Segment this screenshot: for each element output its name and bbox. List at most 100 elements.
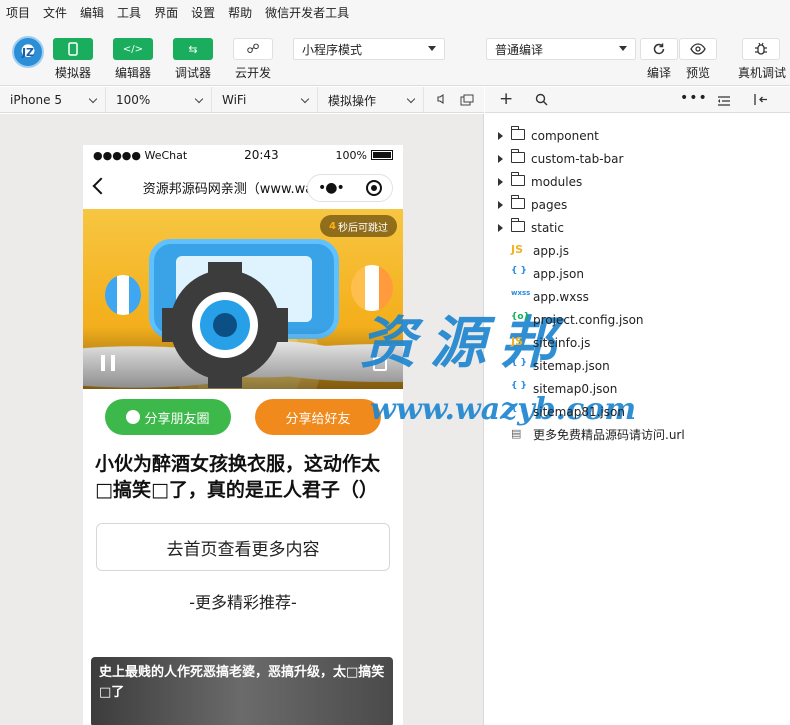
simulator-toggle-button[interactable] <box>53 38 93 60</box>
network-select[interactable]: WiFi <box>212 87 318 113</box>
phone-status-bar: ●●●●● WeChat 20:43 100% <box>83 145 403 165</box>
folder-name: static <box>531 220 564 235</box>
explorer-toolbar: + ••• <box>485 87 790 113</box>
chevron-down-icon <box>88 94 98 104</box>
folder-row[interactable]: component <box>485 124 790 147</box>
share-friend-label: 分享给好友 <box>285 411 351 427</box>
menu-help[interactable]: 帮助 <box>228 4 252 21</box>
chevron-down-icon <box>300 94 310 104</box>
expand-arrow-icon[interactable] <box>498 155 503 163</box>
json-icon: { } <box>511 381 527 391</box>
go-home-button[interactable]: 去首页查看更多内容 <box>96 523 390 571</box>
file-row[interactable]: { } sitemap.json <box>485 354 790 377</box>
folder-name: custom-tab-bar <box>531 151 624 166</box>
split-panel-icon[interactable] <box>753 93 769 109</box>
status-battery: 100% <box>336 149 393 162</box>
debug-arrows-icon: ⇆ <box>188 42 198 56</box>
cloud-dev-button[interactable]: ☍ <box>233 38 273 60</box>
js-icon: JS <box>511 243 524 256</box>
folder-row[interactable]: pages <box>485 193 790 216</box>
collapse-all-icon[interactable] <box>717 94 731 109</box>
file-row[interactable]: { } app.json <box>485 262 790 285</box>
nav-title: 资源邦源码网亲测（www.wa <box>142 181 314 197</box>
mode-select[interactable]: 小程序模式 <box>293 38 445 60</box>
caret-down-icon <box>428 46 436 51</box>
menu-settings[interactable]: 设置 <box>191 4 215 21</box>
expand-arrow-icon[interactable] <box>498 224 503 232</box>
close-miniprogram-icon[interactable] <box>366 180 382 196</box>
expand-arrow-icon[interactable] <box>498 178 503 186</box>
operation-select[interactable]: 模拟操作 <box>318 87 424 113</box>
json-icon: { } <box>511 358 527 368</box>
battery-percent: 100% <box>335 148 367 162</box>
file-name: siteinfo.js <box>533 335 591 350</box>
folder-icon <box>511 172 525 186</box>
network-select-value: WiFi <box>222 93 247 107</box>
menu-edit[interactable]: 编辑 <box>80 4 104 21</box>
folder-name: component <box>531 128 599 143</box>
menu-devtools[interactable]: 微信开发者工具 <box>265 4 349 21</box>
folder-row[interactable]: static <box>485 216 790 239</box>
file-row[interactable]: JS siteinfo.js <box>485 331 790 354</box>
search-icon[interactable] <box>535 93 548 109</box>
file-row[interactable]: {o} project.config.json <box>485 308 790 331</box>
user-avatar[interactable]: JZ <box>12 36 44 68</box>
code-icon: </> <box>122 43 144 55</box>
menu-file[interactable]: 文件 <box>43 4 67 21</box>
file-row[interactable]: { } sitemap0.json <box>485 377 790 400</box>
editor-toggle-button[interactable]: </> <box>113 38 153 60</box>
status-time: 20:43 <box>244 148 279 162</box>
volume-icon[interactable] <box>436 93 448 108</box>
more-recommend-title: -更多精彩推荐- <box>189 593 297 612</box>
file-name: app.json <box>533 266 584 281</box>
file-name: sitemap.json <box>533 358 610 373</box>
compile-button[interactable] <box>640 38 678 60</box>
bug-icon <box>755 42 767 55</box>
add-file-icon[interactable]: + <box>499 89 513 109</box>
compile-select[interactable]: 普通编译 <box>486 38 636 60</box>
real-device-debug-button[interactable] <box>742 38 780 60</box>
eye-icon <box>690 43 706 55</box>
refresh-icon <box>653 43 665 55</box>
debugger-toggle-button[interactable]: ⇆ <box>173 38 213 60</box>
compile-label: 编译 <box>646 66 671 80</box>
debugger-label: 调试器 <box>174 66 211 80</box>
capsule-menu[interactable]: •●• <box>307 174 393 202</box>
folder-icon <box>511 126 525 140</box>
mode-select-value: 小程序模式 <box>302 42 363 57</box>
pause-icon[interactable] <box>101 355 115 371</box>
skip-seconds: 4 <box>329 220 336 232</box>
expand-arrow-icon[interactable] <box>498 132 503 140</box>
file-row[interactable]: { } sitemap81.json <box>485 400 790 423</box>
file-name: project.config.json <box>533 312 644 327</box>
battery-icon <box>371 150 393 160</box>
folder-row[interactable]: modules <box>485 170 790 193</box>
folder-row[interactable]: custom-tab-bar <box>485 147 790 170</box>
file-row[interactable]: ▤ 更多免费精品源码请访问.url <box>485 423 790 446</box>
menu-bar: 项目 文件 编辑 工具 界面 设置 帮助 微信开发者工具 <box>0 0 790 24</box>
detach-window-icon[interactable] <box>460 94 474 109</box>
device-select[interactable]: iPhone 5 <box>0 87 106 113</box>
menu-tools[interactable]: 工具 <box>117 4 141 21</box>
more-dots-icon[interactable]: •●• <box>318 180 345 196</box>
zoom-select[interactable]: 100% <box>106 87 212 113</box>
wxss-icon: wxss <box>511 289 531 297</box>
skip-countdown-button[interactable]: 4 秒后可跳过 <box>320 215 397 237</box>
recommend-card[interactable]: 史上最贱的人作死恶搞老婆，恶搞升级，太□搞笑□了 <box>91 657 393 725</box>
balloon-illustration <box>105 275 141 315</box>
back-arrow-icon[interactable] <box>92 177 110 195</box>
phone-icon <box>68 42 78 56</box>
menu-view[interactable]: 界面 <box>154 4 178 21</box>
more-options-icon[interactable]: ••• <box>680 90 708 106</box>
file-row[interactable]: JS app.js <box>485 239 790 262</box>
menu-project[interactable]: 项目 <box>6 4 30 21</box>
file-name: 更多免费精品源码请访问.url <box>533 428 685 442</box>
preview-button[interactable] <box>679 38 717 60</box>
real-device-debug-label: 真机调试 <box>737 66 786 80</box>
file-tree: component custom-tab-bar modules pages s… <box>485 124 790 446</box>
expand-arrow-icon[interactable] <box>498 201 503 209</box>
cloud-dev-label: 云开发 <box>234 66 271 80</box>
folder-icon <box>511 218 525 232</box>
document-icon: ▤ <box>511 427 522 440</box>
file-row[interactable]: wxss app.wxss <box>485 285 790 308</box>
